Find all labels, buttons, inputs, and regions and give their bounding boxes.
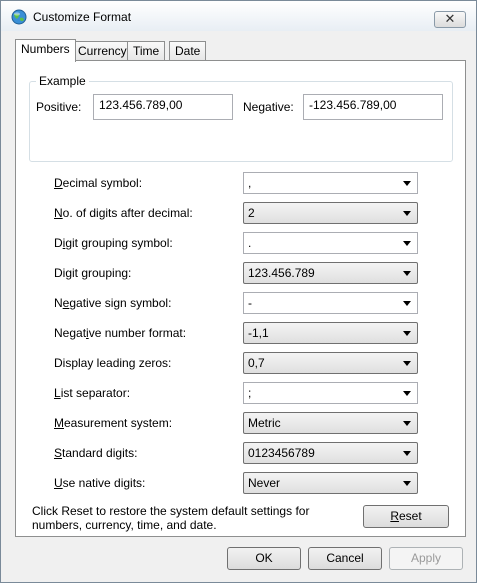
setting-label: No. of digits after decimal: bbox=[54, 206, 193, 220]
label-post: tandard digits: bbox=[62, 446, 138, 460]
setting-label: Measurement system: bbox=[54, 416, 172, 430]
negative-label: Negative: bbox=[243, 100, 294, 114]
dropdown-arrow-icon bbox=[403, 181, 411, 186]
dropdown-arrow-icon bbox=[403, 331, 411, 336]
tab-date[interactable]: Date bbox=[169, 41, 207, 61]
label-key: L bbox=[54, 386, 61, 400]
negative-example-value: -123.456.789,00 bbox=[309, 98, 397, 112]
title-bar: Customize Format ✕ bbox=[1, 1, 476, 31]
setting-combo[interactable]: Metric bbox=[243, 412, 418, 434]
combo-value: 0,7 bbox=[248, 356, 265, 370]
label-post: ecimal symbol: bbox=[62, 176, 143, 190]
setting-combo[interactable]: , bbox=[243, 172, 418, 194]
setting-combo[interactable]: ; bbox=[243, 382, 418, 404]
ok-button[interactable]: OK bbox=[227, 547, 301, 570]
setting-label: Negative sign symbol: bbox=[54, 296, 171, 310]
combo-value: 123.456.789 bbox=[248, 266, 315, 280]
label-post: gative sign symbol: bbox=[69, 296, 172, 310]
setting-combo[interactable]: -1,1 bbox=[243, 322, 418, 344]
setting-combo[interactable]: 0123456789 bbox=[243, 442, 418, 464]
reset-label-key: R bbox=[390, 509, 399, 523]
tab-numbers[interactable]: Numbers bbox=[15, 39, 76, 62]
dropdown-arrow-icon bbox=[403, 241, 411, 246]
setting-combo[interactable]: . bbox=[243, 232, 418, 254]
setting-label: Standard digits: bbox=[54, 446, 137, 460]
setting-label: Decimal symbol: bbox=[54, 176, 142, 190]
combo-value: - bbox=[248, 296, 252, 310]
label-pre: N bbox=[54, 296, 63, 310]
positive-example-value: 123.456.789,00 bbox=[99, 98, 183, 112]
dropdown-arrow-icon bbox=[403, 361, 411, 366]
numbers-panel: Example Positive: 123.456.789,00 Negativ… bbox=[15, 60, 466, 537]
label-key: U bbox=[54, 476, 63, 490]
label-post: easurement system: bbox=[64, 416, 173, 430]
tab-currency[interactable]: Currency bbox=[72, 41, 133, 61]
label-key: N bbox=[54, 206, 63, 220]
setting-combo[interactable]: 123.456.789 bbox=[243, 262, 418, 284]
setting-label: Digit grouping: bbox=[54, 266, 131, 280]
setting-label: Use native digits: bbox=[54, 476, 145, 490]
label-pre: Negat bbox=[54, 326, 87, 340]
setting-combo[interactable]: Never bbox=[243, 472, 418, 494]
dropdown-arrow-icon bbox=[403, 481, 411, 486]
negative-example-field: -123.456.789,00 bbox=[303, 94, 443, 120]
setting-combo[interactable]: - bbox=[243, 292, 418, 314]
apply-button[interactable]: Apply bbox=[389, 547, 463, 570]
customize-format-window: Customize Format ✕ Numbers Currency Time… bbox=[0, 0, 477, 583]
combo-value: ; bbox=[248, 386, 252, 400]
label-post: se native digits: bbox=[62, 476, 146, 490]
dropdown-arrow-icon bbox=[403, 211, 411, 216]
combo-value: Never bbox=[248, 476, 281, 490]
combo-value: . bbox=[248, 236, 252, 250]
setting-label: Digit grouping symbol: bbox=[54, 236, 173, 250]
tab-time[interactable]: Time bbox=[127, 41, 166, 61]
label-post: ist separator: bbox=[60, 386, 131, 400]
label-pre: Digit grouping: bbox=[54, 266, 132, 280]
label-post: git grouping symbol: bbox=[65, 236, 173, 250]
dropdown-arrow-icon bbox=[403, 451, 411, 456]
positive-example-field: 123.456.789,00 bbox=[93, 94, 233, 120]
label-post: ve number format: bbox=[88, 326, 187, 340]
setting-label: Negative number format: bbox=[54, 326, 186, 340]
label-key: D bbox=[54, 176, 63, 190]
positive-label: Positive: bbox=[36, 100, 82, 114]
example-group-title: Example bbox=[36, 74, 89, 88]
reset-button[interactable]: Reset bbox=[363, 505, 449, 528]
dropdown-arrow-icon bbox=[403, 421, 411, 426]
combo-value: 0123456789 bbox=[248, 446, 315, 460]
combo-value: Metric bbox=[248, 416, 281, 430]
dropdown-arrow-icon bbox=[403, 271, 411, 276]
close-button[interactable]: ✕ bbox=[434, 11, 466, 28]
label-post: o. of digits after decimal: bbox=[62, 206, 193, 220]
label-pre: Display leading zeros: bbox=[54, 356, 172, 370]
dropdown-arrow-icon bbox=[403, 301, 411, 306]
combo-value: , bbox=[248, 176, 252, 190]
close-icon: ✕ bbox=[444, 11, 456, 26]
globe-icon bbox=[11, 9, 27, 25]
setting-combo[interactable]: 2 bbox=[243, 202, 418, 224]
label-pre: D bbox=[54, 236, 63, 250]
cancel-button[interactable]: Cancel bbox=[308, 547, 382, 570]
setting-label: Display leading zeros: bbox=[54, 356, 171, 370]
reset-label-rest: eset bbox=[398, 509, 422, 523]
reset-note: Click Reset to restore the system defaul… bbox=[32, 504, 310, 532]
window-title: Customize Format bbox=[33, 10, 132, 24]
dropdown-arrow-icon bbox=[403, 391, 411, 396]
combo-value: -1,1 bbox=[248, 326, 269, 340]
setting-combo[interactable]: 0,7 bbox=[243, 352, 418, 374]
combo-value: 2 bbox=[248, 206, 255, 220]
label-key: M bbox=[54, 416, 64, 430]
label-key: S bbox=[54, 446, 63, 460]
setting-label: List separator: bbox=[54, 386, 130, 400]
